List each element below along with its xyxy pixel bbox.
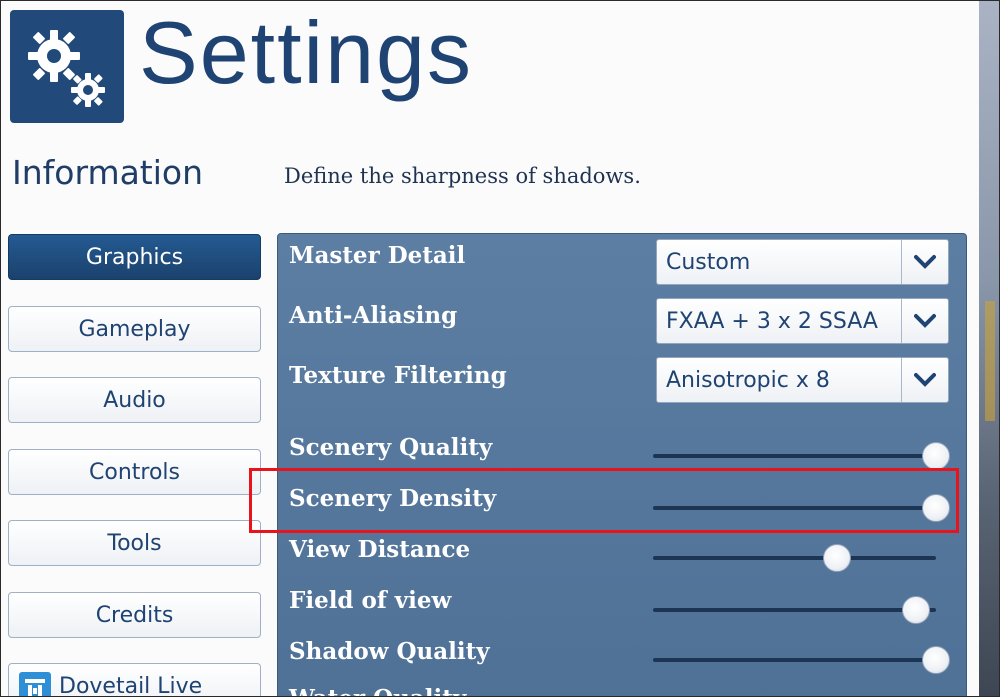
scenery-density-slider[interactable] <box>653 493 950 523</box>
shadow-quality-slider[interactable] <box>653 645 950 675</box>
master-detail-dropdown[interactable]: Custom <box>656 239 949 285</box>
chevron-down-icon[interactable] <box>902 240 948 286</box>
anti-aliasing-value: FXAA + 3 x 2 SSAA <box>666 309 878 334</box>
nav-tools-button[interactable]: Tools <box>8 520 261 566</box>
gears-icon <box>10 10 124 123</box>
nav-audio-button[interactable]: Audio <box>8 377 261 423</box>
slider-thumb[interactable] <box>902 596 931 624</box>
slider-thumb[interactable] <box>922 442 950 470</box>
scenery-density-label: Scenery Density <box>289 485 497 512</box>
field-of-view-label: Field of view <box>289 587 452 614</box>
dovetail-live-icon <box>19 672 51 696</box>
setting-description: Define the sharpness of shadows. <box>284 164 641 188</box>
view-distance-label: View Distance <box>289 536 471 563</box>
water-quality-label: Water Quality <box>289 685 466 696</box>
information-heading: Information <box>12 153 204 192</box>
nav-dovetail-live-label: Dovetail Live <box>59 674 203 697</box>
field-of-view-slider[interactable] <box>653 595 936 625</box>
nav-dovetail-live-button[interactable]: Dovetail Live <box>8 663 261 697</box>
scenery-quality-slider[interactable] <box>653 441 950 471</box>
anti-aliasing-dropdown[interactable]: FXAA + 3 x 2 SSAA <box>656 298 949 344</box>
chevron-down-icon[interactable] <box>902 358 948 404</box>
nav-credits-button[interactable]: Credits <box>8 592 261 638</box>
anti-aliasing-label: Anti-Aliasing <box>289 302 458 329</box>
nav-gameplay-button[interactable]: Gameplay <box>8 306 261 352</box>
texture-filtering-value: Anisotropic x 8 <box>666 368 830 393</box>
slider-thumb[interactable] <box>922 494 950 522</box>
settings-window: Settings Information Define the sharpnes… <box>0 0 1000 697</box>
master-detail-value: Custom <box>666 250 751 275</box>
texture-filtering-label: Texture Filtering <box>289 362 507 389</box>
nav-controls-button[interactable]: Controls <box>8 449 261 495</box>
scenery-quality-label: Scenery Quality <box>289 434 493 461</box>
slider-thumb[interactable] <box>822 544 851 572</box>
shadow-quality-label: Shadow Quality <box>289 638 490 665</box>
texture-filtering-dropdown[interactable]: Anisotropic x 8 <box>656 357 949 403</box>
master-detail-label: Master Detail <box>289 242 466 269</box>
slider-thumb[interactable] <box>922 646 950 674</box>
nav-graphics-button[interactable]: Graphics <box>8 234 261 280</box>
game-background-strip <box>979 1 999 696</box>
view-distance-slider[interactable] <box>653 543 936 573</box>
page-title: Settings <box>139 3 473 102</box>
chevron-down-icon[interactable] <box>902 299 948 345</box>
